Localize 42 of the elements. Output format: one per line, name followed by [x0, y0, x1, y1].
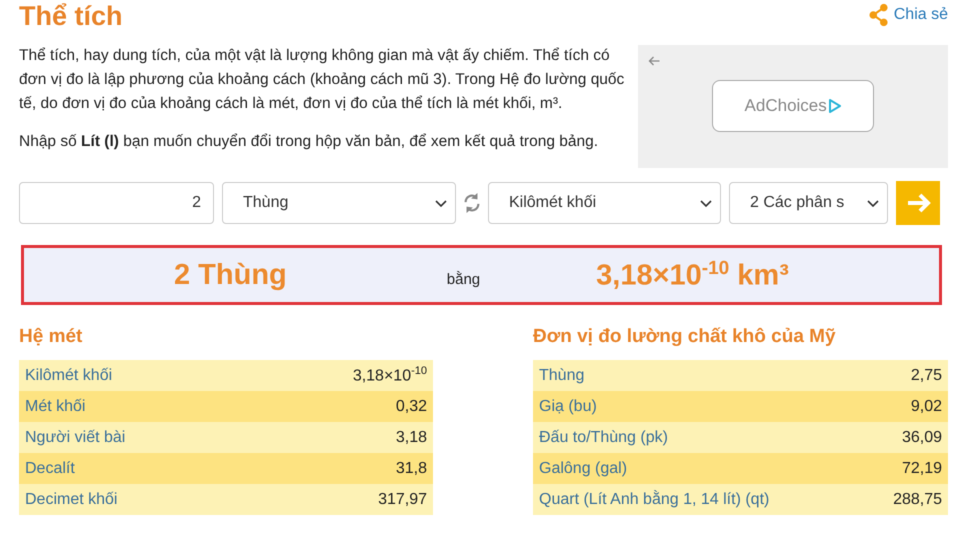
unit-link[interactable]: Quart (Lít Anh bằng 1, 14 lít) (qt) — [539, 490, 770, 508]
value-cell: 0,32 — [396, 398, 427, 416]
unit-select[interactable]: Kilômét khối — [488, 182, 721, 224]
unit-link[interactable]: Đấu to/Thùng (pk) — [539, 428, 668, 446]
unit-link[interactable]: Kilômét khối — [25, 366, 112, 384]
unit-link[interactable]: Decalít — [25, 460, 75, 478]
value-cell: 317,97 — [378, 490, 427, 508]
number-field[interactable]: 2 — [19, 182, 214, 224]
chevron-icon — [700, 200, 712, 206]
convert-button[interactable] — [896, 181, 940, 225]
share-icon — [868, 3, 888, 27]
section-heading: Đơn vị đo lường chất khô của Mỹ — [533, 325, 837, 349]
value-cell: 2,75 — [910, 366, 942, 384]
chevron-icon — [867, 200, 879, 206]
value-cell: 72,19 — [902, 460, 942, 478]
instruction-paragraph: Nhập số Lít (l) bạn muốn chuyển đổi trong hộp văn bản, để xem kết quả trong bảng. — [19, 132, 600, 152]
unit-link[interactable]: Galông (gal) — [539, 460, 628, 478]
page-title: Thể tích — [19, 0, 123, 32]
adchoices-button[interactable]: AdChoices — [712, 80, 874, 132]
chevron-icon — [435, 200, 447, 206]
equals-label: bằng — [446, 270, 480, 288]
value-cell: 288,75 — [893, 490, 942, 508]
intro-paragraph: Thể tích, hay dung tích, của một vật là lượng không gian mà vật ấy chiếm. Thể tích có đơn vị đo là lập phương của khoảng cách (khoảng cách mũ 3). Trong Hệ đo lường quốc tế, do đơn vị đo của khoảng cách là mét, đơn vị đo của thể tích là mét khối, m³. — [19, 46, 626, 114]
value-cell: 9,02 — [910, 398, 942, 416]
unit-link[interactable]: Giạ (bu) — [539, 398, 597, 416]
unit-link[interactable]: Decimet khối — [25, 490, 118, 508]
value-cell: 31,8 — [396, 460, 427, 478]
value-cell: 3,18 — [396, 428, 427, 446]
share-link[interactable]: Chia sẻ — [868, 3, 948, 27]
unit-select[interactable]: 2 Các phân s — [729, 182, 888, 224]
unit-link[interactable]: Người viết bài — [25, 428, 126, 446]
unit-select[interactable]: Thùng — [222, 182, 456, 224]
back-arrow-icon — [648, 56, 662, 66]
result-to: 3,18×10$^{-10}$ km³ — [596, 258, 789, 292]
unit-link[interactable]: Thùng — [539, 366, 584, 384]
play-triangle-icon — [828, 99, 842, 113]
unit-link[interactable]: Mét khối — [25, 398, 86, 416]
value-cell: 36,09 — [902, 428, 942, 446]
section-heading: Hệ mét — [19, 325, 84, 349]
result-from: 2 Thùng — [174, 258, 287, 292]
swap-icon — [462, 191, 482, 215]
value-cell: 3,18×10$^{-10}$ — [352, 365, 427, 386]
